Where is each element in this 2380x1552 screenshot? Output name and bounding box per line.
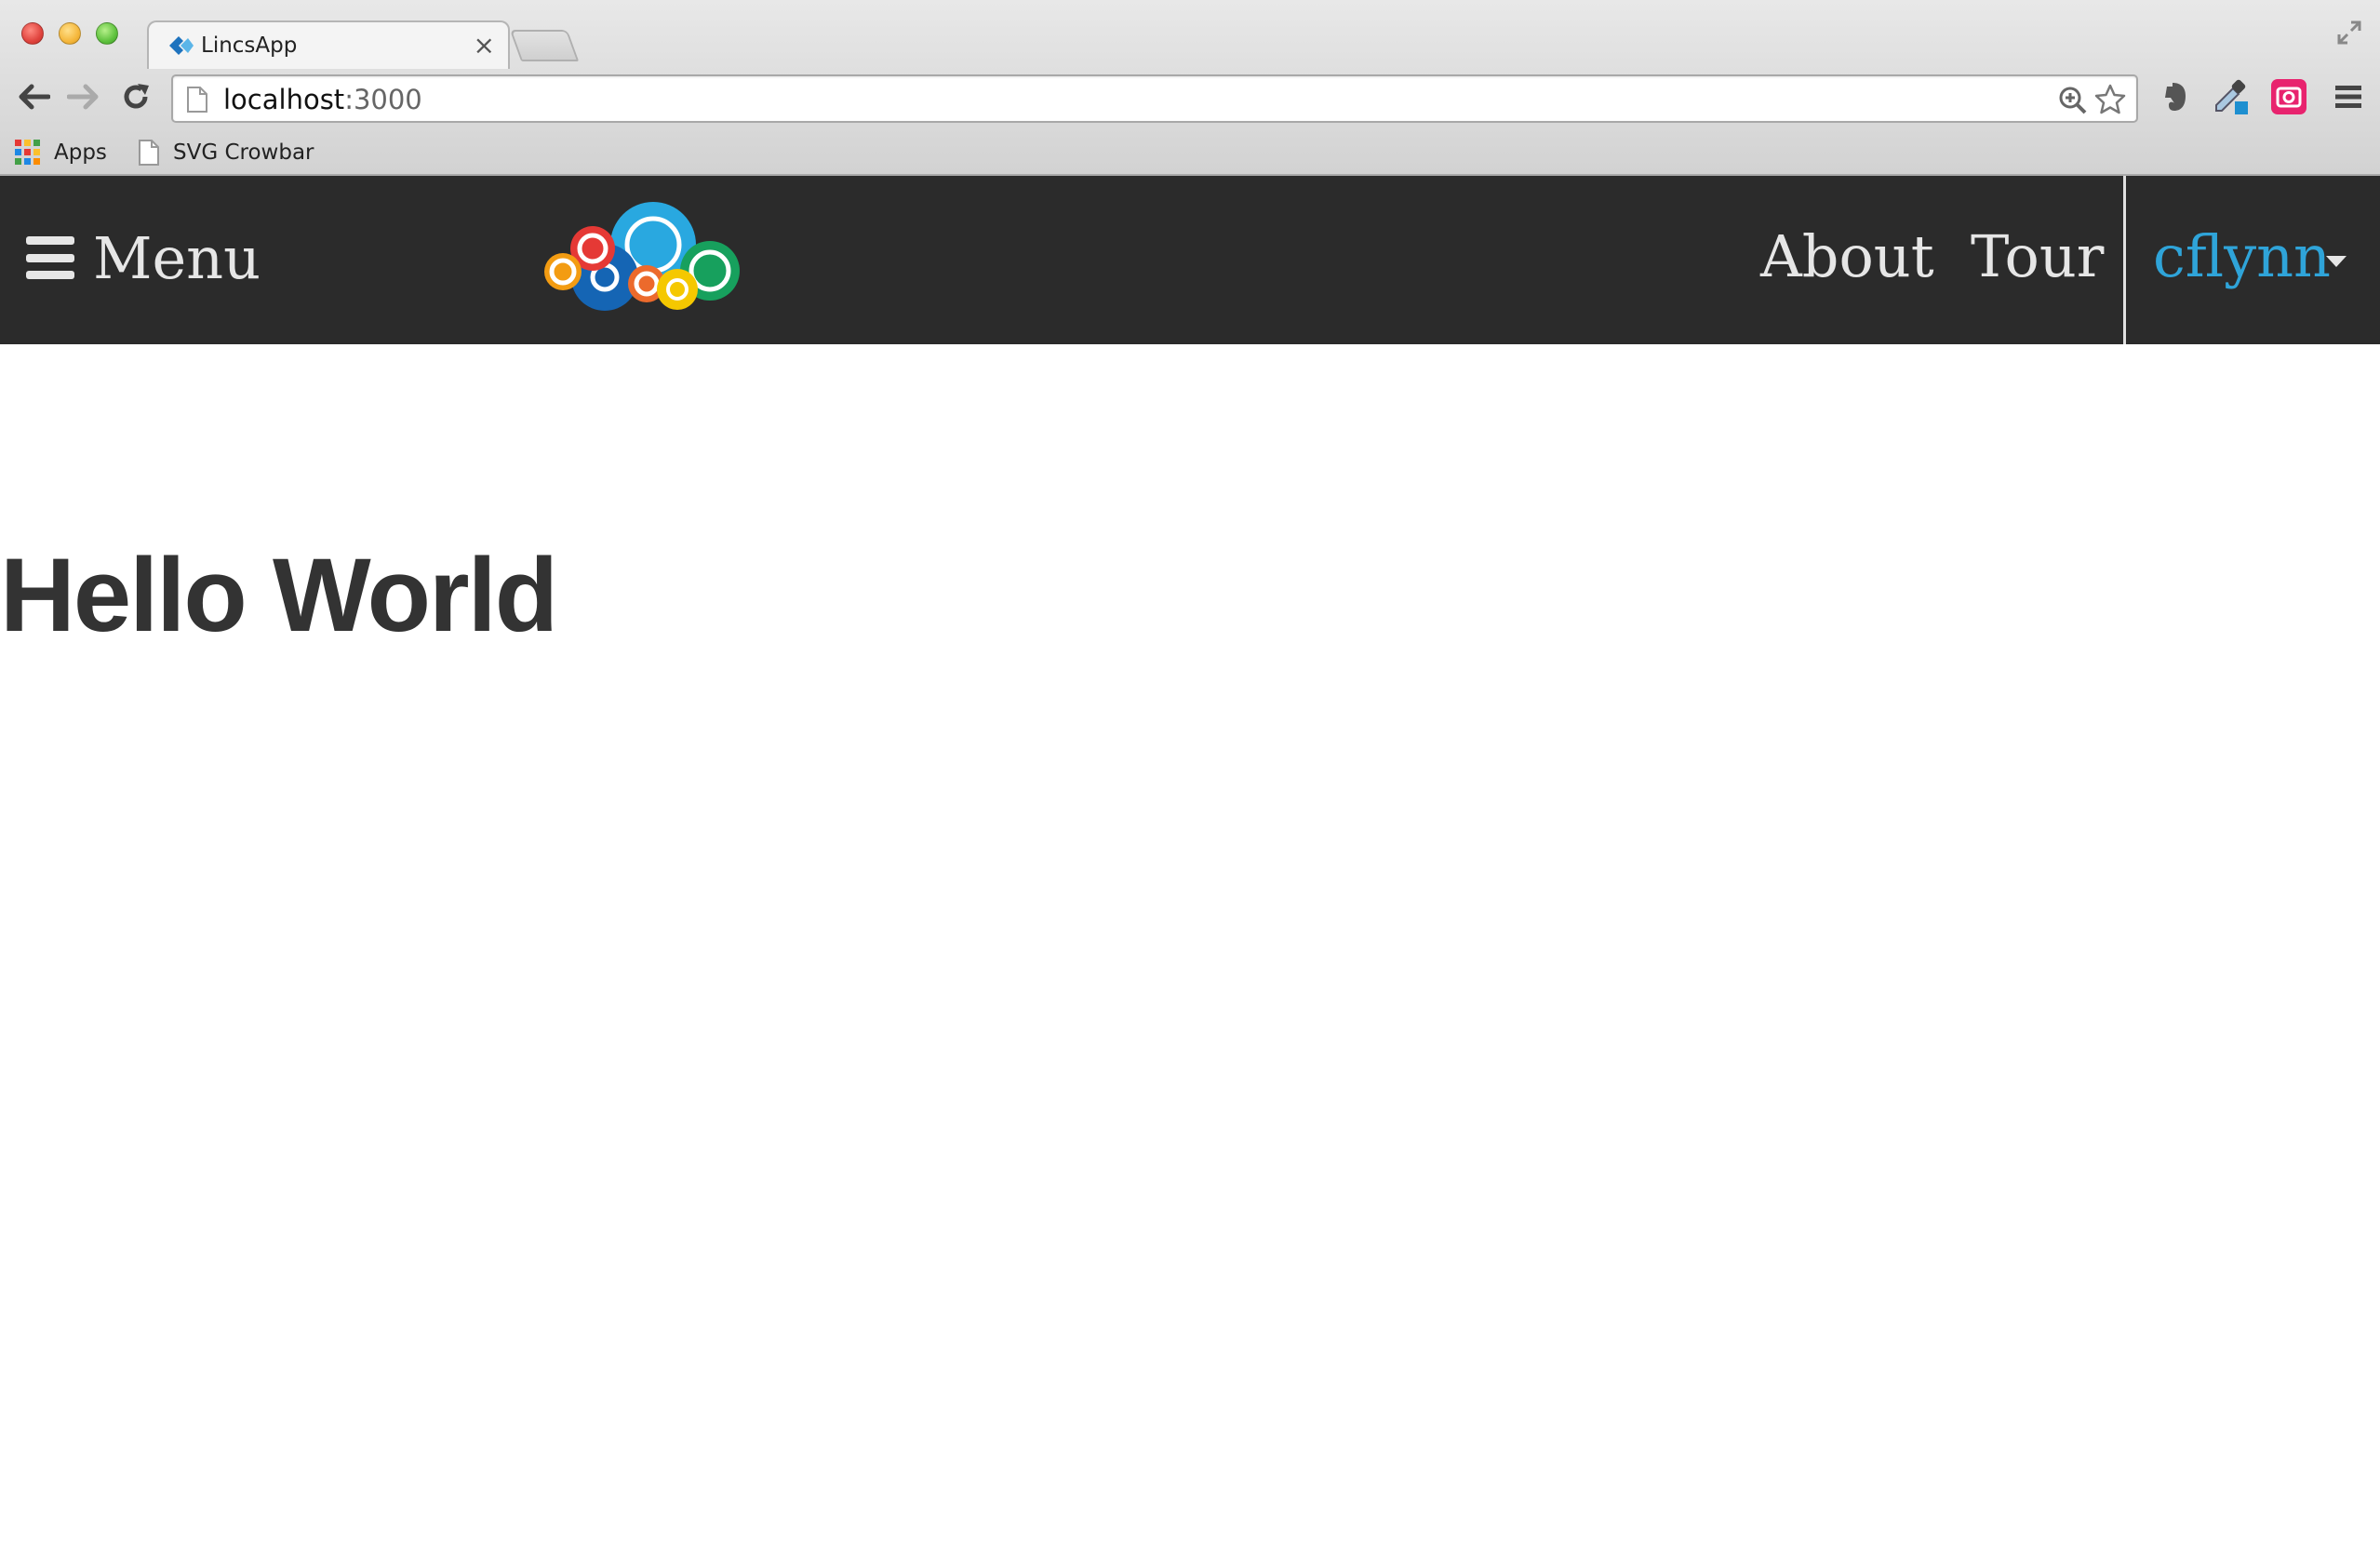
window-close-button[interactable] — [21, 22, 44, 45]
page-heading: Hello World — [0, 537, 558, 653]
menu-label: Menu — [93, 223, 261, 292]
bookmark-apps[interactable]: Apps — [15, 136, 107, 169]
screenshot-extension-icon[interactable] — [2270, 78, 2307, 115]
fullscreen-icon[interactable] — [2335, 19, 2363, 47]
window-maximize-button[interactable] — [96, 22, 118, 45]
back-arrow-icon — [19, 84, 50, 110]
address-bar[interactable]: localhost:3000 — [171, 74, 2138, 123]
page-icon — [187, 87, 207, 113]
bookmark-svg-crowbar[interactable]: SVG Crowbar — [138, 136, 314, 169]
evernote-extension-icon[interactable] — [2157, 78, 2194, 115]
nav-link-about[interactable]: About — [1760, 222, 1934, 290]
url-text: localhost:3000 — [223, 84, 422, 115]
lincs-favicon-icon — [169, 36, 194, 55]
forward-arrow-icon — [67, 84, 99, 110]
menu-button[interactable]: Menu — [26, 221, 261, 295]
browser-chrome: LincsApp × localhost:3000 Apps SVG Crowb… — [0, 0, 2380, 176]
browser-toolbar: localhost:3000 — [0, 67, 2380, 130]
chrome-menu-icon[interactable] — [2330, 78, 2367, 115]
lincs-logo[interactable] — [544, 200, 740, 321]
forward-button[interactable] — [63, 76, 104, 117]
reload-icon — [124, 84, 149, 109]
bookmark-star-icon[interactable] — [2093, 83, 2127, 116]
bookmark-svg-crowbar-label: SVG Crowbar — [173, 140, 314, 165]
browser-tab-active[interactable]: LincsApp × — [147, 20, 510, 69]
bookmarks-bar: Apps SVG Crowbar — [0, 130, 2380, 175]
tab-title: LincsApp — [201, 33, 298, 58]
url-host: localhost — [223, 84, 345, 115]
new-tab-button[interactable] — [509, 30, 580, 61]
app-navbar: Menu About Tour cflynn — [0, 176, 2380, 344]
eyedropper-extension-icon[interactable] — [2213, 78, 2250, 115]
reload-button[interactable] — [115, 76, 156, 117]
window-minimize-button[interactable] — [59, 22, 81, 45]
tab-strip: LincsApp × — [0, 0, 2380, 69]
nav-link-tour[interactable]: Tour — [1971, 222, 2104, 290]
user-menu-toggle[interactable]: cflynn — [2153, 222, 2331, 290]
caret-down-icon[interactable] — [2326, 256, 2347, 267]
hamburger-icon — [26, 236, 74, 279]
apps-grid-icon — [15, 140, 40, 165]
nav-divider — [2123, 176, 2126, 344]
zoom-icon[interactable] — [2058, 86, 2088, 115]
bookmark-apps-label: Apps — [54, 140, 107, 165]
url-port: :3000 — [344, 84, 422, 115]
page-icon — [139, 140, 159, 166]
tab-close-icon[interactable]: × — [474, 30, 495, 60]
back-button[interactable] — [13, 76, 54, 117]
